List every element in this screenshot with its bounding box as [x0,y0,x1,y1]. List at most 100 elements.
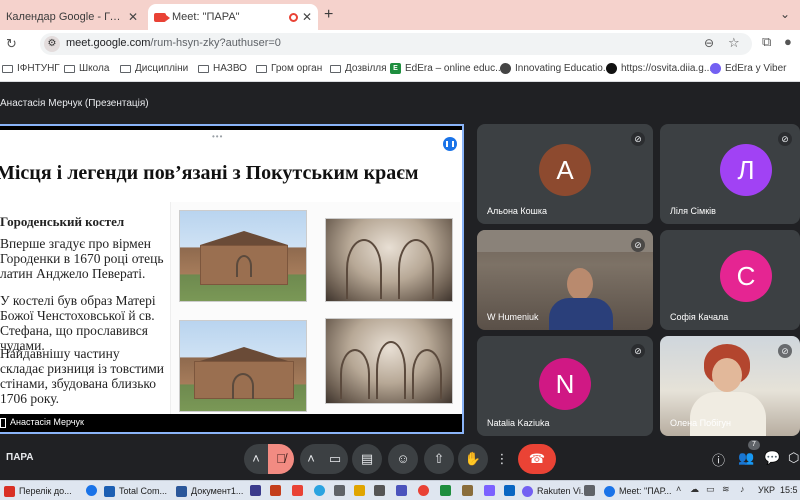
church-interior-photo [325,318,453,404]
app-icon[interactable] [396,485,407,496]
activities-icon[interactable]: ⬡ [788,450,799,466]
slide-title: Місця і легенди пов’язані з Покутським к… [0,162,419,184]
video-person-head [712,358,742,392]
drag-handle-icon[interactable]: ••• [212,132,223,141]
chat-icon[interactable]: 💬 [764,450,780,466]
bookmark-grom-organ[interactable]: Гром орган [256,63,322,74]
app-icon[interactable] [584,485,595,496]
tab-title: Календар Google - Графік поч [6,11,124,23]
url-text[interactable]: meet.google.com/rum-hsyn-zky?authuser=0 [66,37,281,49]
taskbar-item-pdf[interactable]: Перелік до... [4,484,72,498]
tab-title: Meet: "ПАРА" [172,11,240,23]
mic-off-icon: ⊘ [631,132,645,146]
battery-icon[interactable]: ▭ [706,484,715,495]
edera-icon: E [390,63,401,74]
clock[interactable]: 15:5 [780,485,798,495]
chrome-icon[interactable] [86,485,97,496]
bookmark-dystsypliny[interactable]: Дисципліни [120,63,188,74]
bookmark-edera[interactable]: E EdEra – online educ... [390,63,503,74]
meeting-info-icon[interactable]: ⓘ [712,450,725,469]
taskbar-item-rakuten-viber[interactable]: Rakuten Vi... [522,484,588,498]
avatar: С [720,250,772,302]
tab-google-calendar[interactable]: Календар Google - Графік поч ✕ [0,4,144,30]
bookmark-star-icon[interactable]: ☆ [728,35,740,51]
bookmark-label: Дозвілля [345,63,387,74]
viber-icon [710,63,721,74]
app-icon[interactable] [504,485,515,496]
bookmark-edera-viber[interactable]: EdEra y Viber [710,63,787,74]
keyboard-language[interactable]: УКР [758,485,775,495]
app-icon[interactable] [462,485,473,496]
presentation-icon [0,418,6,428]
participant-tile[interactable]: N ⊘ Natalia Kaziuka [477,336,653,436]
recording-icon [288,12,298,22]
close-tab-icon[interactable]: ✕ [128,10,138,24]
captions-button[interactable]: ▤ [352,444,382,474]
avatar: Л [720,144,772,196]
participant-tile[interactable]: ⊘ W Humeniuk [477,230,653,330]
participant-tile[interactable]: А ⊘ Альона Кошка [477,124,653,224]
volume-icon[interactable]: ♪ [740,484,745,494]
tab-meet[interactable]: Meet: "ПАРА" ✕ [148,4,318,30]
app-icon[interactable] [440,485,451,496]
powerpoint-icon[interactable] [270,485,281,496]
new-tab-button[interactable]: + [324,6,333,24]
reload-icon[interactable]: ↻ [6,36,17,52]
bookmark-osvita-diia[interactable]: https://osvita.diia.g... [606,63,712,74]
avatar: N [539,358,591,410]
microphone-off-button[interactable]: 🎙̸ [268,444,294,474]
participant-name: Альона Кошка [487,206,548,216]
presentation-tile[interactable]: Місця і легенди пов’язані з Покутським к… [0,124,464,434]
participant-tile[interactable]: Л ⊘ Ліля Сімків [660,124,800,224]
app-icon[interactable] [484,485,495,496]
slide-photos [170,202,460,414]
bookmark-nazvo[interactable]: НАЗВО [198,63,247,74]
camera-icon[interactable] [374,485,385,496]
bookmark-label: Дисципліни [135,63,189,74]
bookmark-label: EdEra y Viber [725,63,787,74]
audio-options-button[interactable]: ˄ [244,444,268,474]
slide: Місця і легенди пов’язані з Покутським к… [0,130,462,414]
address-bar[interactable]: ⚙ meet.google.com/rum-hsyn-zky?authuser=… [40,33,752,55]
bookmark-dozvillia[interactable]: Дозвілля [330,63,387,74]
viber-icon [522,485,533,497]
video-options-button[interactable]: ˄ [300,444,322,474]
extensions-icon[interactable]: ⧉ [762,34,771,50]
app-icon[interactable] [334,485,345,496]
camera-button[interactable]: ▭ [322,444,348,474]
bookmark-ifntung[interactable]: ІФНТУНГ [2,63,60,74]
raise-hand-button[interactable]: ✋ [458,444,488,474]
reactions-button[interactable]: ☺ [388,444,418,474]
taskbar-item-word[interactable]: Документ1... [176,484,243,498]
leave-call-button[interactable]: ☎ [518,444,556,474]
close-tab-icon[interactable]: ✕ [302,10,312,24]
taskbar-item-total-commander[interactable]: Total Com... [104,484,167,498]
onedrive-icon[interactable]: ☁ [690,484,699,495]
profile-icon[interactable]: ● [784,34,792,49]
wifi-icon[interactable]: ≋ [722,484,730,495]
participant-name: W Humeniuk [487,312,539,322]
mic-off-icon: ⊘ [631,344,645,358]
word-icon [176,485,187,497]
taskbar: Перелік до... Total Com... Документ1... … [0,480,800,500]
telegram-icon[interactable] [314,485,325,496]
participant-tile[interactable]: С Софія Качала [660,230,800,330]
meet-camera-icon [154,12,170,22]
participant-tile[interactable]: ⊘ Олена Побігун [660,336,800,436]
bookmark-shkola[interactable]: Школа [64,63,109,74]
site-info-icon[interactable]: ⚙ [44,36,60,52]
bookmark-innovating[interactable]: Innovating Educatio... [500,63,611,74]
zoom-icon[interactable]: ⊖ [704,36,714,50]
folder-icon[interactable] [354,485,365,496]
video-person-body [690,392,766,436]
more-options-button[interactable]: ⋮ [492,444,512,474]
taskbar-item-meet[interactable]: Meet: "ПАР... [604,484,671,498]
app-icon[interactable] [250,485,261,496]
present-now-button[interactable]: ⇧ [424,444,454,474]
app-icon[interactable] [418,485,429,496]
tab-search-icon[interactable]: ⌄ [780,7,790,21]
tray-expand-icon[interactable]: ˄ [676,484,681,494]
folder-icon [64,64,75,73]
people-icon[interactable]: 👥 [738,450,754,466]
app-icon[interactable] [292,485,303,496]
